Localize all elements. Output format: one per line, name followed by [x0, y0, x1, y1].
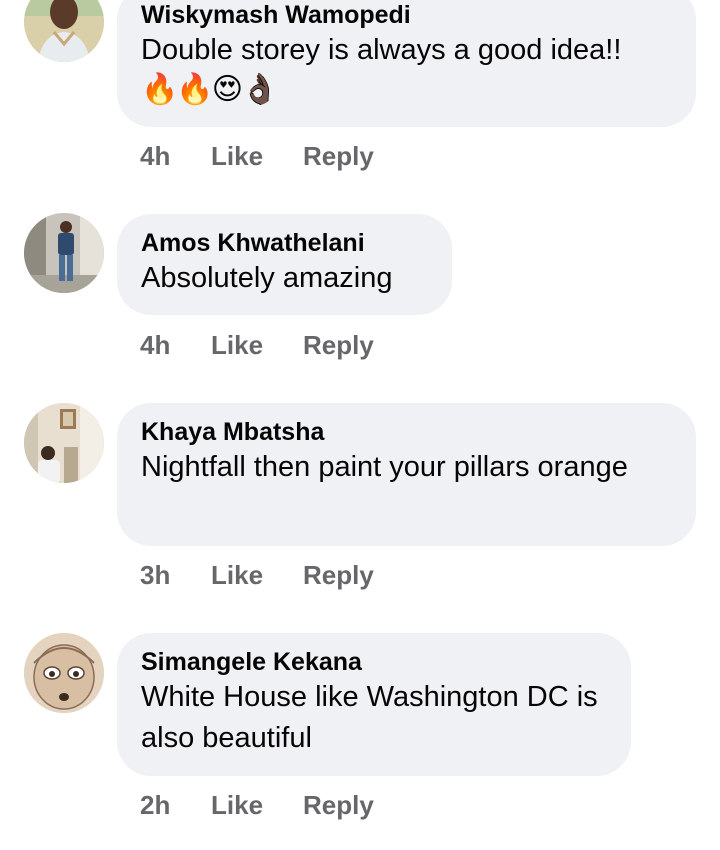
- comment-text: White House like Washington DC is also b…: [141, 681, 598, 754]
- avatar-image: [24, 403, 104, 483]
- comment-text: Absolutely amazing: [141, 262, 393, 294]
- comment-author[interactable]: Wiskymash Wamopedi: [141, 0, 670, 30]
- comment-author[interactable]: Khaya Mbatsha: [141, 417, 670, 447]
- avatar-image: [24, 0, 104, 62]
- comment-timestamp[interactable]: 3h: [140, 560, 170, 590]
- like-button[interactable]: Like: [211, 560, 263, 590]
- reply-button[interactable]: Reply: [303, 560, 374, 590]
- comment-bubble: Simangele Kekana White House like Washin…: [117, 633, 631, 776]
- avatar-wiskymash[interactable]: [24, 0, 104, 62]
- comment-text: Double storey is always a good idea!!: [141, 34, 622, 66]
- like-button[interactable]: Like: [211, 790, 263, 820]
- reply-button[interactable]: Reply: [303, 790, 374, 820]
- comment-bubble: Khaya Mbatsha Nightfall then paint your …: [117, 403, 696, 546]
- avatar-amos[interactable]: [24, 213, 104, 293]
- comment-timestamp[interactable]: 2h: [140, 790, 170, 820]
- avatar-image: [24, 633, 104, 713]
- like-button[interactable]: Like: [211, 330, 263, 360]
- comment-timestamp[interactable]: 4h: [140, 330, 170, 360]
- avatar-khaya[interactable]: [24, 403, 104, 483]
- reply-button[interactable]: Reply: [303, 141, 374, 171]
- comment-author[interactable]: Amos Khwathelani: [141, 228, 426, 258]
- comment-bubble: Wiskymash Wamopedi Double storey is alwa…: [117, 0, 696, 127]
- like-button[interactable]: Like: [211, 141, 263, 171]
- comment-author[interactable]: Simangele Kekana: [141, 647, 605, 677]
- comment-text: Nightfall then paint your pillars orange: [141, 451, 628, 483]
- comment-emojis: 🔥🔥😍👌🏿: [141, 73, 278, 106]
- avatar-simangele[interactable]: [24, 633, 104, 713]
- reply-button[interactable]: Reply: [303, 330, 374, 360]
- avatar-image: [24, 213, 104, 293]
- comment-timestamp[interactable]: 4h: [140, 141, 170, 171]
- comment-bubble: Amos Khwathelani Absolutely amazing: [117, 214, 452, 315]
